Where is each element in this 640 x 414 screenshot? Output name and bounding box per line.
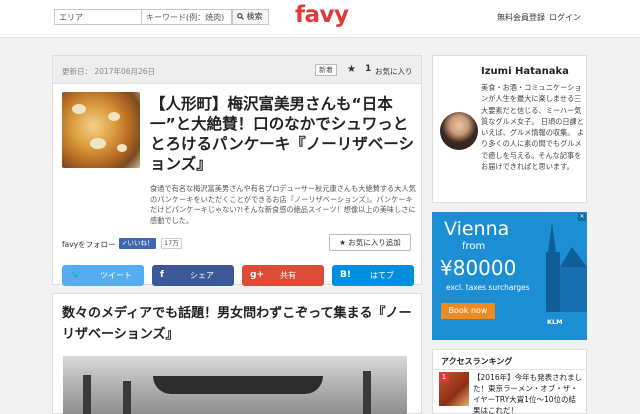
access-ranking: アクセスランキング 1 【2016年】今年も発表されました！東京ラーメン・オブ・…	[432, 349, 587, 414]
pancake-thumbnail	[62, 92, 140, 168]
like-count: 17万	[161, 238, 182, 249]
add-favorite-button[interactable]: ★ お気に入り追加	[329, 234, 411, 251]
star-icon: ★	[339, 238, 349, 247]
author-bio: 美食・お酒・コミュニケーションが人生を最大に楽しませる三大要素だと信じる、ミーハ…	[481, 83, 584, 172]
article-section: 数々のメディアでも話題！男女問わずこぞって集まる『ノーリザベーションズ』	[52, 293, 422, 414]
section-heading: 数々のメディアでも話題！男女問わずこぞって集まる『ノーリザベーションズ』	[62, 306, 412, 342]
site-header: エリア キーワード(例：焼肉) 検索 favy 無料会員登録 ログイン	[0, 0, 640, 38]
cathedral-illustration	[546, 222, 587, 312]
ad-note: excl. taxes surcharges	[446, 283, 530, 292]
ad-brand: KLM	[547, 318, 563, 326]
star-icon: ★	[347, 64, 356, 75]
search-button[interactable]: 検索	[232, 9, 269, 25]
add-favorite-label: お気に入り追加	[348, 238, 401, 247]
hatena-icon: B!	[340, 270, 351, 280]
update-date: 更新日： 2017年06月26日	[62, 67, 156, 76]
ranking-title: アクセスランキング	[441, 357, 513, 366]
hatena-bookmark-button[interactable]: B! はてブ	[332, 265, 414, 286]
twitter-share-button[interactable]: 🐦 ツイート	[62, 265, 144, 286]
facebook-like-button[interactable]: ✓いいね！	[119, 238, 157, 249]
follow-label: favyをフォロー	[62, 240, 116, 249]
facebook-share-label: シェア	[190, 271, 214, 280]
favy-logo[interactable]: favy	[295, 2, 349, 28]
storefront-photo	[63, 356, 407, 414]
author-avatar[interactable]	[440, 112, 478, 150]
ad-city: Vienna	[444, 218, 510, 240]
login-link[interactable]: ログイン	[549, 12, 581, 23]
hatena-share-label: はてブ	[370, 271, 394, 280]
new-badge: 新着	[315, 64, 337, 76]
ad-from: from	[462, 241, 486, 252]
search-button-label: 検索	[246, 12, 263, 21]
vienna-ad-banner[interactable]: Vienna from ¥80000 excl. taxes surcharge…	[432, 212, 587, 340]
signup-link[interactable]: 無料会員登録	[497, 12, 545, 23]
author-name[interactable]: Izumi Hatanaka	[481, 66, 569, 77]
ad-close-icon[interactable]: ✕	[578, 213, 586, 221]
ranking-number: 1	[439, 372, 449, 382]
facebook-icon: f	[160, 270, 164, 280]
google-share-label: 共有	[280, 271, 296, 280]
ad-book-button[interactable]: Book now	[441, 303, 495, 319]
author-profile-card: Izumi Hatanaka 美食・お酒・コミュニケーションが人生を最大に楽しま…	[432, 55, 587, 203]
google-plus-share-button[interactable]: g+ 共有	[242, 265, 324, 286]
twitter-share-label: ツイート	[100, 271, 132, 280]
ranking-divider	[433, 369, 586, 370]
article-description: 食通で有名な梅沢富美男さんや有名プロデューサー秋元康さんも大絶賛する大人気のパン…	[150, 184, 416, 225]
article-card: 更新日： 2017年06月26日 新着 ★ 1 お気に入り 【人形町】梅沢富美男…	[52, 55, 422, 286]
favorite-label: お気に入り	[375, 67, 413, 76]
ad-price: ¥80000	[440, 256, 517, 280]
favorite-count: 1	[365, 64, 372, 74]
google-plus-icon: g+	[250, 270, 264, 280]
keyword-search-input[interactable]: キーワード(例：焼肉)	[142, 9, 232, 25]
ranking-item-link[interactable]: 【2016年】今年も発表されました！東京ラーメン・オブ・ザ・イヤーTRY大賞1位…	[473, 372, 583, 414]
facebook-share-button[interactable]: f シェア	[152, 265, 234, 286]
twitter-icon: 🐦	[70, 270, 82, 280]
area-search-input[interactable]: エリア	[54, 9, 142, 25]
article-meta-bar: 更新日： 2017年06月26日 新着 ★ 1 お気に入り	[53, 56, 421, 84]
search-icon	[237, 13, 244, 20]
article-title: 【人形町】梅沢富美男さんも“日本一”と大絶賛！口のなかでシュワっととろけるパンケ…	[150, 95, 414, 173]
